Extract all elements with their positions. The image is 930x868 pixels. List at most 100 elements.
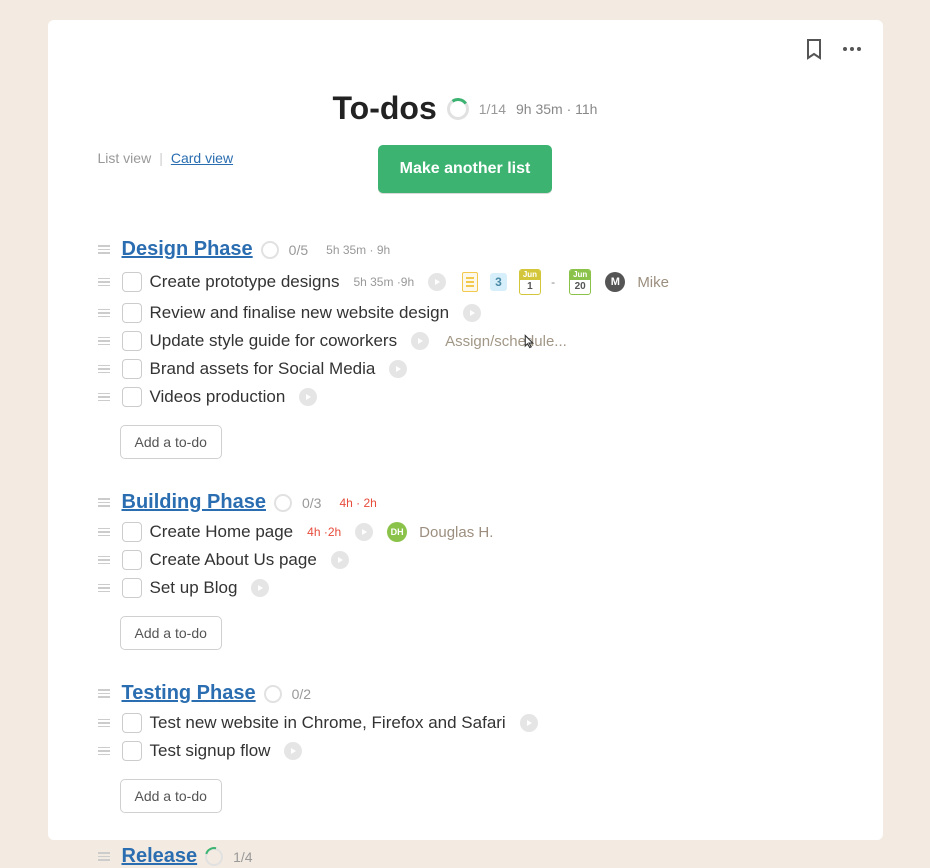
todo-checkbox[interactable] [122, 578, 142, 598]
todo-text[interactable]: Videos production [150, 387, 286, 407]
make-another-list-button[interactable]: Make another list [378, 145, 553, 193]
assign-schedule-link[interactable]: Assign/schedule... [445, 333, 567, 350]
drag-handle-icon[interactable] [98, 309, 110, 318]
overall-count: 1/14 [479, 101, 506, 117]
list-view-label[interactable]: List view [98, 150, 152, 166]
drag-handle-icon[interactable] [98, 689, 110, 698]
todo-checkbox[interactable] [122, 331, 142, 351]
todo-checkbox[interactable] [122, 387, 142, 407]
bookmark-icon[interactable] [805, 38, 823, 60]
header: To-dos 1/14 9h 35m · 11h Make another li… [98, 90, 833, 193]
todo-text[interactable]: Create prototype designs [150, 272, 340, 292]
document-icon[interactable] [462, 272, 478, 292]
todo-text[interactable]: Brand assets for Social Media [150, 359, 376, 379]
todo-checkbox[interactable] [122, 741, 142, 761]
todo-text[interactable]: Update style guide for coworkers [150, 331, 398, 351]
drag-handle-icon[interactable] [98, 393, 110, 402]
progress-circle [264, 685, 282, 703]
list-building-phase: Building Phase 0/3 4h · 2h Create Home p… [98, 491, 833, 650]
list-count: 0/2 [292, 686, 311, 702]
view-switcher: List view | Card view [98, 150, 234, 166]
avatar[interactable]: DH [387, 522, 407, 542]
list-time: 4h · 2h [339, 496, 376, 510]
list-release: Release 1/4 [98, 845, 833, 868]
todo-row: Review and finalise new website design [98, 303, 833, 323]
add-todo-button[interactable]: Add a to-do [120, 425, 222, 459]
todo-text[interactable]: Create Home page [150, 522, 294, 542]
progress-circle [447, 98, 469, 120]
play-icon[interactable] [463, 304, 481, 322]
todo-row: Test signup flow [98, 741, 833, 761]
card-toolbar [805, 38, 863, 60]
more-icon[interactable] [841, 38, 863, 60]
assignee-name[interactable]: Mike [637, 274, 669, 291]
play-icon[interactable] [284, 742, 302, 760]
todo-checkbox[interactable] [122, 303, 142, 323]
add-todo-button[interactable]: Add a to-do [120, 616, 222, 650]
todo-time: 5h 35m ·9h [353, 275, 414, 289]
play-icon[interactable] [411, 332, 429, 350]
list-title-link[interactable]: Design Phase [122, 238, 253, 261]
list-title-link[interactable]: Testing Phase [122, 682, 256, 705]
todo-text[interactable]: Test signup flow [150, 741, 271, 761]
todo-row: Create About Us page [98, 550, 833, 570]
todo-row: Videos production [98, 387, 833, 407]
drag-handle-icon[interactable] [98, 528, 110, 537]
todo-row: Create prototype designs 5h 35m ·9h 3 Ju… [98, 269, 833, 295]
list-design-phase: Design Phase 0/5 5h 35m · 9h Create prot… [98, 238, 833, 459]
overall-time: 9h 35m · 11h [516, 101, 597, 117]
play-icon[interactable] [331, 551, 349, 569]
avatar[interactable]: M [605, 272, 625, 292]
assignee-name[interactable]: Douglas H. [419, 524, 493, 541]
date-from-chip[interactable]: Jun1 [519, 269, 541, 295]
drag-handle-icon[interactable] [98, 852, 110, 861]
page-title: To-dos [333, 90, 437, 127]
todo-row: Update style guide for coworkers Assign/… [98, 331, 833, 351]
todo-time: 4h ·2h [307, 525, 341, 539]
play-icon[interactable] [428, 273, 446, 291]
todo-text[interactable]: Create About Us page [150, 550, 317, 570]
todo-row: Test new website in Chrome, Firefox and … [98, 713, 833, 733]
list-count: 0/3 [302, 495, 321, 511]
list-count: 1/4 [233, 849, 252, 865]
todo-checkbox[interactable] [122, 713, 142, 733]
attachment-count[interactable]: 3 [490, 273, 507, 291]
todo-text[interactable]: Test new website in Chrome, Firefox and … [150, 713, 506, 733]
list-time: 5h 35m · 9h [326, 243, 390, 257]
drag-handle-icon[interactable] [98, 747, 110, 756]
drag-handle-icon[interactable] [98, 365, 110, 374]
drag-handle-icon[interactable] [98, 278, 110, 287]
date-to-chip[interactable]: Jun20 [569, 269, 591, 295]
card-view-link[interactable]: Card view [171, 150, 233, 166]
todo-checkbox[interactable] [122, 522, 142, 542]
todo-checkbox[interactable] [122, 359, 142, 379]
play-icon[interactable] [389, 360, 407, 378]
add-todo-button[interactable]: Add a to-do [120, 779, 222, 813]
drag-handle-icon[interactable] [98, 245, 110, 254]
drag-handle-icon[interactable] [98, 498, 110, 507]
list-count: 0/5 [289, 242, 308, 258]
play-icon[interactable] [251, 579, 269, 597]
todo-text[interactable]: Review and finalise new website design [150, 303, 450, 323]
progress-circle [205, 848, 223, 866]
play-icon[interactable] [520, 714, 538, 732]
todo-text[interactable]: Set up Blog [150, 578, 238, 598]
drag-handle-icon[interactable] [98, 584, 110, 593]
todo-checkbox[interactable] [122, 272, 142, 292]
todo-checkbox[interactable] [122, 550, 142, 570]
play-icon[interactable] [299, 388, 317, 406]
drag-handle-icon[interactable] [98, 719, 110, 728]
cursor-icon [523, 334, 535, 349]
todo-row: Set up Blog [98, 578, 833, 598]
list-title-link[interactable]: Building Phase [122, 491, 266, 514]
todo-card: To-dos 1/14 9h 35m · 11h Make another li… [48, 20, 883, 840]
todo-row: Brand assets for Social Media [98, 359, 833, 379]
drag-handle-icon[interactable] [98, 556, 110, 565]
lists-container: Design Phase 0/5 5h 35m · 9h Create prot… [98, 238, 833, 868]
list-title-link[interactable]: Release [122, 845, 198, 868]
list-testing-phase: Testing Phase 0/2 Test new website in Ch… [98, 682, 833, 813]
drag-handle-icon[interactable] [98, 337, 110, 346]
progress-circle [274, 494, 292, 512]
progress-circle [261, 241, 279, 259]
play-icon[interactable] [355, 523, 373, 541]
